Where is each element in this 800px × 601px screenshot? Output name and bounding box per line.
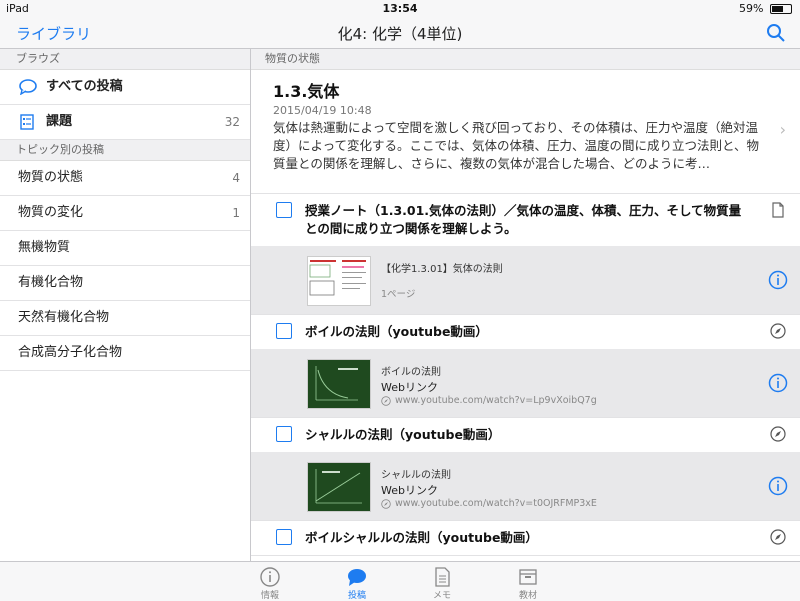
info-icon[interactable] (768, 270, 788, 290)
sidebar-item-label: 無機物質 (18, 240, 71, 255)
checklist-icon (20, 113, 34, 130)
item-title: シャルルの法則（youtube動画） (305, 427, 501, 442)
info-icon (260, 567, 280, 587)
attachment-url-row: www.youtube.com/watch?v=Lp9vXoibQ7g (381, 395, 597, 406)
topic-count: 1 (232, 206, 240, 220)
battery-icon (770, 4, 792, 14)
nav-bar: ライブラリ 化4: 化学（4単位) (0, 18, 800, 49)
sidebar-item-all-posts[interactable]: すべての投稿 (0, 70, 250, 105)
topic-header: トピック別の投稿 (0, 140, 250, 161)
topic-count: 4 (232, 171, 240, 185)
item-title: ボイルシャルルの法則（youtube動画） (305, 530, 538, 545)
attachment-url: www.youtube.com/watch?v=t0OJRFMP3xE (395, 498, 597, 509)
item-header[interactable]: ボイルの法則（youtube動画） (251, 315, 800, 349)
section-header: 物質の状態 (251, 49, 800, 70)
attachment-url-row: www.youtube.com/watch?v=t0OJRFMP3xE (381, 498, 597, 509)
item-header[interactable]: シャルルの法則（youtube動画） (251, 418, 800, 452)
attachment-card[interactable]: 【化学1.3.01】気体の法則 1ページ (251, 246, 800, 314)
item-title: ボイルの法則（youtube動画） (305, 324, 488, 339)
compass-icon (381, 498, 391, 509)
sidebar-item-topic[interactable]: 合成高分子化合物 (0, 336, 250, 371)
item-checkbox[interactable] (276, 323, 292, 339)
video-thumbnail (307, 462, 371, 512)
attachment-type: Webリンク (381, 381, 438, 394)
status-time: 13:54 (382, 2, 418, 15)
list-item: 授業ノート（1.3.01.気体の法則）／気体の温度、体積、圧力、そして物質量との… (251, 194, 800, 315)
sidebar-item-topic[interactable]: 物質の状態 4 (0, 161, 250, 196)
page-title: 化4: 化学（4単位) (337, 25, 463, 43)
sidebar-item-tasks[interactable]: 課題 32 (0, 105, 250, 140)
sidebar-item-label: 有機化合物 (18, 275, 84, 290)
status-bar: iPad 13:54 59% (0, 0, 800, 18)
compass-icon (770, 323, 786, 339)
attachment-card[interactable]: シャルルの法則 Webリンク www.youtube.com/watch?v=t… (251, 452, 800, 520)
topic-date: 2015/04/19 10:48 (273, 104, 372, 117)
item-checkbox[interactable] (276, 529, 292, 545)
attachment-type: Webリンク (381, 484, 438, 497)
sidebar-item-label: 課題 (46, 114, 73, 129)
sidebar-item-label: すべての投稿 (46, 79, 123, 94)
browse-header: ブラウズ (0, 49, 250, 70)
item-header[interactable]: ボイルシャルルの法則（youtube動画） (251, 521, 800, 555)
item-checkbox[interactable] (276, 202, 292, 218)
attachment-title: シャルルの法則 (381, 470, 451, 481)
sidebar-item-label: 物質の状態 (18, 170, 84, 185)
attachment-card[interactable]: ボイルの法則 Webリンク www.youtube.com/watch?v=Lp… (251, 349, 800, 417)
box-icon (519, 569, 537, 585)
battery-percent: 59% (739, 2, 764, 15)
topic-description: 気体は熱運動によって空間を激しく飛び回っており、その体積は、圧力や温度（絶対温度… (273, 120, 760, 171)
video-thumbnail (307, 359, 371, 409)
status-right: 59% (739, 2, 792, 15)
attachment-url: www.youtube.com/watch?v=Lp9vXoibQ7g (395, 395, 597, 406)
info-icon[interactable] (768, 476, 788, 496)
list-item: ボイルの法則（youtube動画） ボイルの法則 Webリンク www.yout… (251, 315, 800, 418)
topic-card[interactable]: 1.3.気体 2015/04/19 10:48 気体は熱運動によって空間を激しく… (251, 70, 800, 194)
document-icon (772, 202, 784, 218)
sidebar-item-label: 天然有機化合物 (18, 310, 110, 325)
chevron-right-icon: › (779, 120, 786, 139)
list-item: ボイルシャルルの法則（youtube動画） (251, 521, 800, 556)
main-content: 物質の状態 1.3.気体 2015/04/19 10:48 気体は熱運動によって… (251, 49, 800, 561)
sidebar-item-topic[interactable]: 物質の変化 1 (0, 196, 250, 231)
sidebar-item-topic[interactable]: 天然有機化合物 (0, 301, 250, 336)
sidebar-item-label: 合成高分子化合物 (18, 345, 123, 360)
item-header[interactable]: 授業ノート（1.3.01.気体の法則）／気体の温度、体積、圧力、そして物質量との… (251, 194, 800, 246)
note-icon (435, 567, 450, 587)
attachment-title: ボイルの法則 (381, 367, 441, 378)
compass-icon (770, 426, 786, 442)
topic-title: 1.3.気体 (273, 82, 340, 101)
sidebar-item-topic[interactable]: 有機化合物 (0, 266, 250, 301)
list-item: シャルルの法則（youtube動画） シャルルの法則 Webリンク www.yo… (251, 418, 800, 521)
search-icon[interactable] (766, 23, 786, 43)
speech-bubble-icon (348, 569, 366, 586)
item-checkbox[interactable] (276, 426, 292, 442)
tab-posts[interactable]: 投稿 (327, 566, 387, 601)
attachment-title: 【化学1.3.01】気体の法則 (381, 264, 503, 275)
sidebar-item-topic[interactable]: 無機物質 (0, 231, 250, 266)
compass-icon (381, 395, 391, 406)
sidebar: ブラウズ すべての投稿 課題 32 トピック別の投稿 物質の状態 4 物質の変化… (0, 49, 251, 561)
document-thumbnail (307, 256, 371, 306)
tab-info[interactable]: 情報 (240, 566, 300, 601)
compass-icon (770, 529, 786, 545)
item-title: 授業ノート（1.3.01.気体の法則）／気体の温度、体積、圧力、そして物質量との… (305, 203, 742, 236)
tab-materials[interactable]: 教材 (498, 566, 558, 601)
attachment-pages: 1ページ (381, 289, 416, 300)
tab-bar: 情報 投稿 メモ 教材 (0, 561, 800, 601)
tasks-count: 32 (224, 115, 240, 129)
speech-bubble-icon (19, 78, 37, 95)
tab-memo[interactable]: メモ (412, 566, 472, 601)
info-icon[interactable] (768, 373, 788, 393)
sidebar-item-label: 物質の変化 (18, 205, 84, 220)
